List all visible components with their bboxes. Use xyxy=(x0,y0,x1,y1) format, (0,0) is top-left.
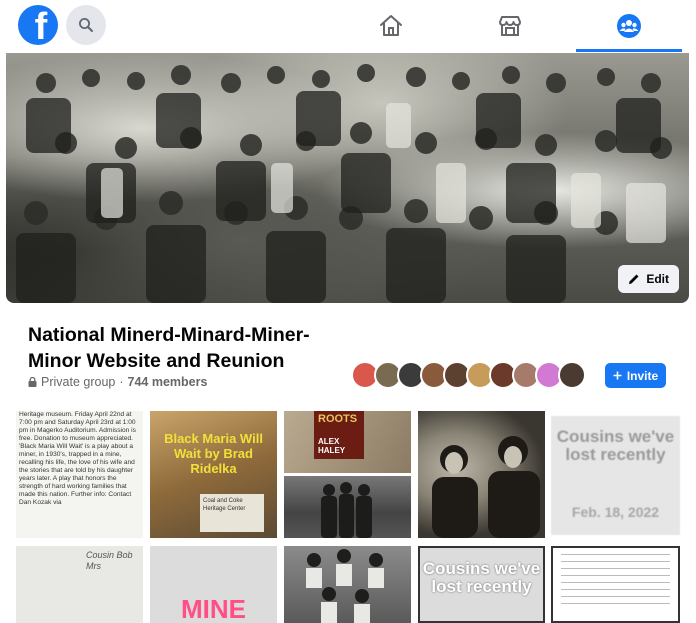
team-photo xyxy=(306,549,384,623)
tab-marketplace[interactable] xyxy=(457,0,563,52)
cover-photo[interactable]: Edit xyxy=(6,53,689,303)
photo-tile[interactable] xyxy=(418,411,545,538)
memorial-text: Cousins we've lost recently xyxy=(556,427,675,464)
flyer-text: Heritage museum. Friday April 22nd at 7:… xyxy=(19,411,136,506)
photo-tile[interactable]: Heritage museum. Friday April 22nd at 7:… xyxy=(16,411,143,538)
invite-button[interactable]: Invite xyxy=(605,363,666,388)
memorial-date: Feb. 18, 2022 xyxy=(571,504,660,520)
facebook-logo[interactable]: f xyxy=(18,5,58,45)
portrait-photo xyxy=(432,436,540,538)
top-navigation: f xyxy=(0,0,696,52)
member-count[interactable]: 744 members xyxy=(128,375,208,389)
privacy-label[interactable]: Private group xyxy=(41,375,115,389)
photo-tile[interactable] xyxy=(551,546,680,623)
plus-icon xyxy=(613,371,622,380)
photo-tile[interactable]: MINE xyxy=(150,546,277,623)
photo-tile[interactable]: Black Maria Will Wait by Brad Ridelka Co… xyxy=(150,411,277,538)
photo-tile[interactable] xyxy=(284,546,411,623)
photo-tile[interactable] xyxy=(284,476,411,538)
home-icon xyxy=(380,15,402,36)
marketplace-icon xyxy=(499,16,521,36)
group-title[interactable]: National Minerd-Minard-Miner-Minor Websi… xyxy=(28,322,358,374)
poster-subtitle: Coal and Coke Heritage Center xyxy=(200,494,264,532)
search-button[interactable] xyxy=(66,5,106,45)
book-cover: ROOTS ALEX HALEY xyxy=(314,411,364,459)
poster-title: Black Maria Will Wait by Brad Ridelka xyxy=(164,431,263,476)
photo-tile[interactable]: ROOTS ALEX HALEY xyxy=(284,411,411,473)
groups-icon xyxy=(617,14,641,38)
pencil-icon xyxy=(629,274,639,284)
cover-photo-image xyxy=(16,64,672,303)
photo-tile[interactable]: Cousins we've lost recently xyxy=(418,546,545,623)
photo-tile[interactable]: Cousin Bob Mrs xyxy=(16,546,143,623)
lock-icon xyxy=(28,377,37,387)
member-avatars[interactable] xyxy=(351,361,586,389)
tab-groups[interactable] xyxy=(576,0,682,52)
tab-home[interactable] xyxy=(338,0,444,52)
handwritten-note: Cousin Bob Mrs xyxy=(86,550,133,571)
avatar[interactable] xyxy=(558,361,586,389)
group-meta: Private group · 744 members xyxy=(28,375,207,389)
memorial-text: Cousins we've lost recently xyxy=(422,559,541,596)
people-photo xyxy=(321,482,372,538)
meta-separator: · xyxy=(119,375,124,389)
search-icon xyxy=(79,18,93,32)
mine-sign: MINE xyxy=(181,594,246,623)
document-lines xyxy=(561,554,670,610)
edit-cover-button[interactable]: Edit xyxy=(618,265,679,293)
photo-tile[interactable]: Cousins we've lost recently Feb. 18, 202… xyxy=(551,416,680,535)
